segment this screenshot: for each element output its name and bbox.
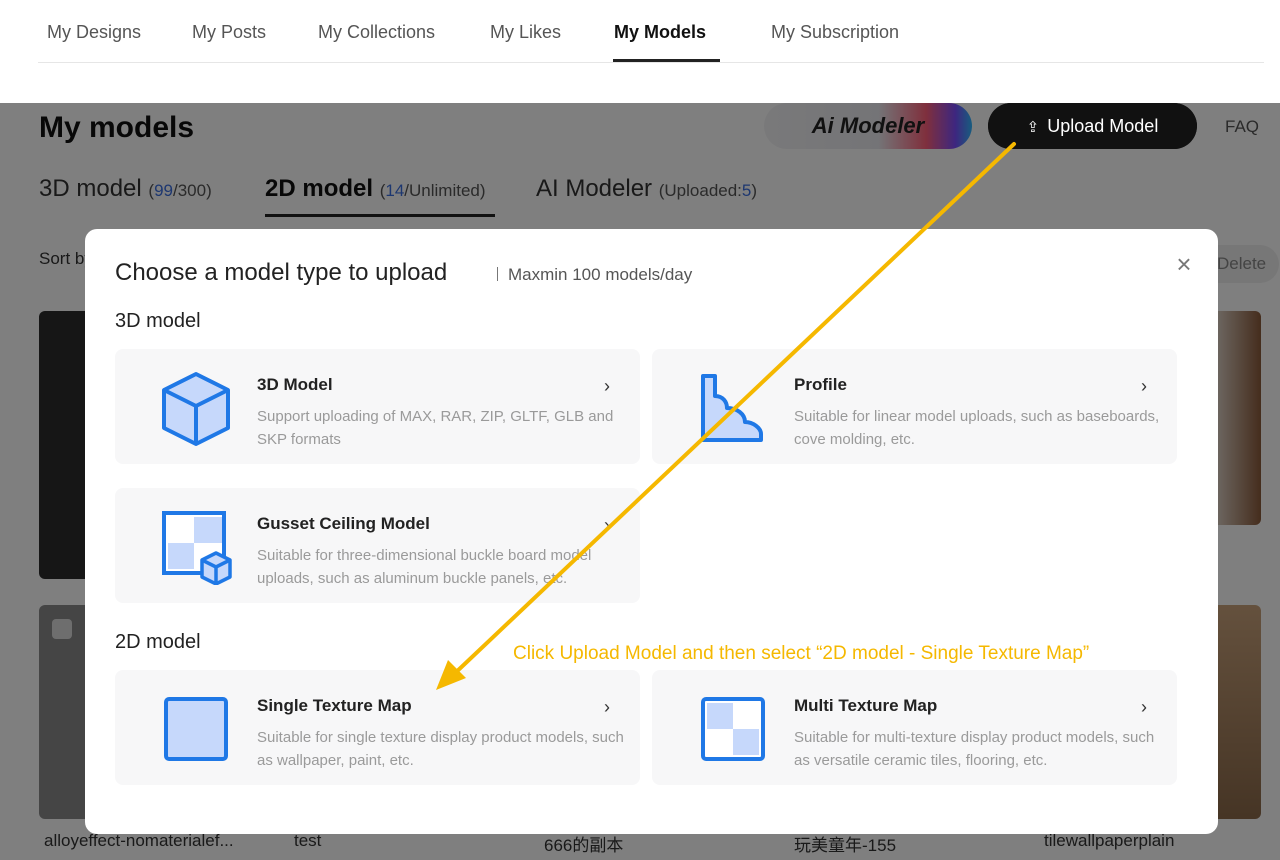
annotation-arrow: [436, 142, 1016, 690]
screen: My Designs My Posts My Collections My Li…: [0, 0, 1280, 860]
